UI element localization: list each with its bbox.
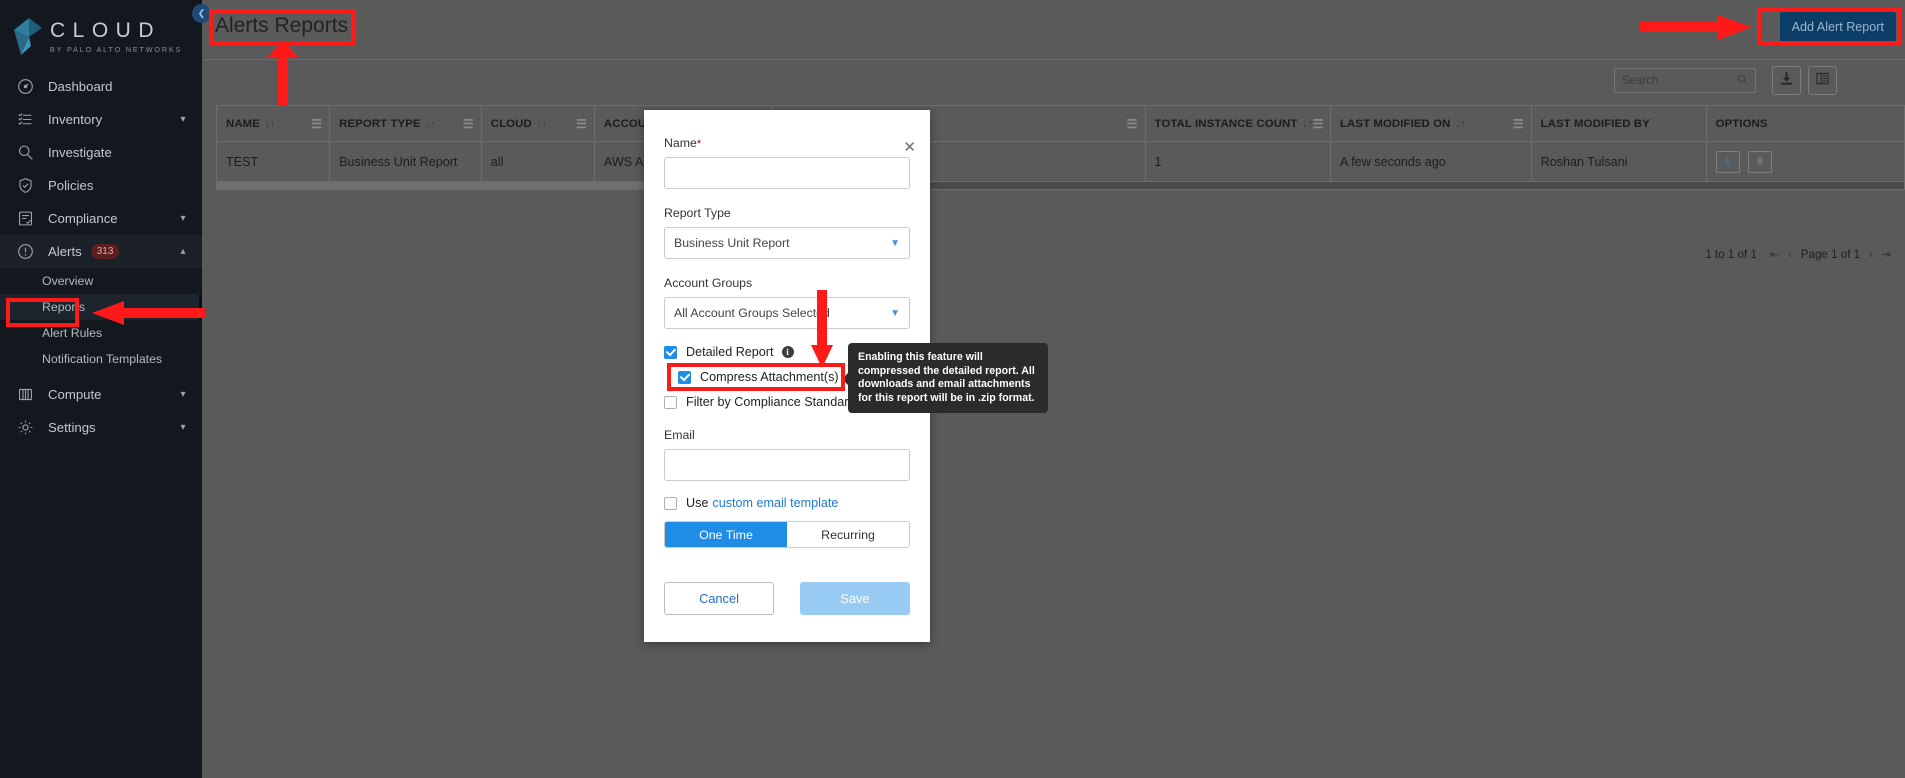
- arrow-to-add-button: [1640, 15, 1752, 40]
- annotation-arrows: [92, 15, 1752, 368]
- arrow-to-reports-nav: [92, 301, 205, 325]
- arrow-to-page-title: [267, 40, 299, 106]
- arrow-to-compress-checkbox: [811, 290, 833, 368]
- app-root: CLOUD BY PALO ALTO NETWORKS Dashboard In…: [0, 0, 1905, 778]
